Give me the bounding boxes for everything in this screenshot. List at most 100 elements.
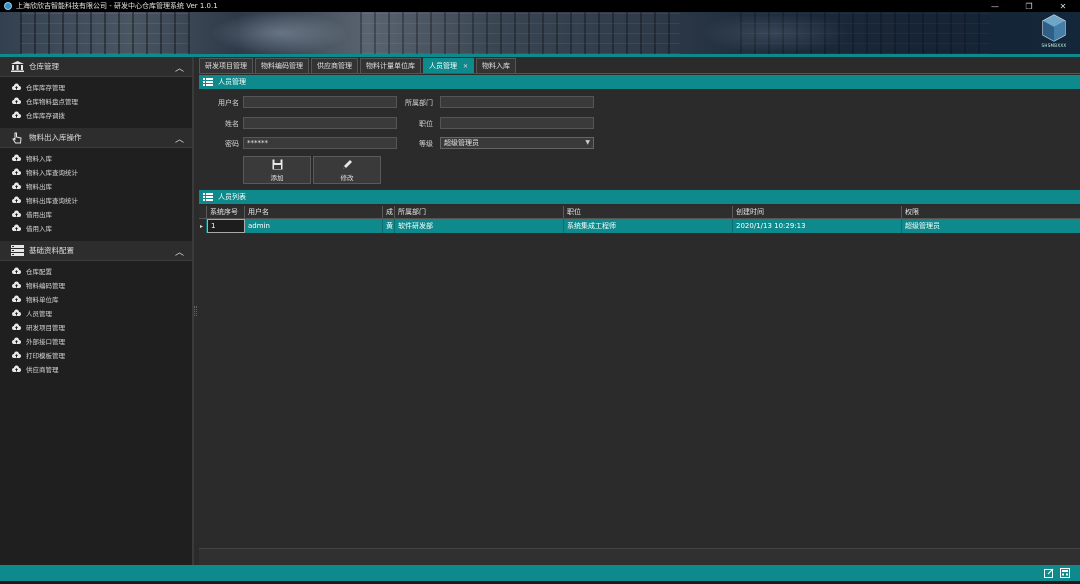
tab-label: 研发项目管理 <box>205 62 247 70</box>
add-button-label: 添加 <box>270 173 284 182</box>
sidebar-splitter-handle[interactable] <box>194 306 197 316</box>
sidebar-group-warehouse[interactable]: 仓库管理 ︿ <box>0 57 192 77</box>
username-input[interactable] <box>243 96 397 108</box>
sidebar-item-borrow-out[interactable]: 借用出库 <box>0 207 192 221</box>
sidebar-group-material-io[interactable]: 物料出入库操作 ︿ <box>0 128 192 148</box>
sidebar-item-label: 借用出库 <box>26 211 52 219</box>
window-controls: — ❐ ✕ <box>978 0 1080 12</box>
column-header[interactable]: 创建时间 <box>733 206 902 218</box>
chevron-up-icon[interactable]: ︿ <box>175 245 184 258</box>
sidebar-item-label: 物料出库查询统计 <box>26 197 78 205</box>
cloud-upload-icon <box>12 210 21 219</box>
column-header[interactable]: 用户名 <box>245 206 383 218</box>
sidebar-item-inventory[interactable]: 仓库库存管理 <box>0 80 192 94</box>
table-cell[interactable]: admin <box>245 219 383 233</box>
position-label: 职位 <box>419 120 433 128</box>
table-cell[interactable]: 2020/1/13 10:29:13 <box>733 219 902 233</box>
tab-supplier[interactable]: 供应商管理 <box>311 58 358 73</box>
cloud-upload-icon <box>12 351 21 360</box>
company-logo: SHSMBXXX <box>1040 14 1068 52</box>
banner-image-light <box>210 12 350 54</box>
sidebar-item-borrow-in[interactable]: 借用入库 <box>0 221 192 235</box>
chevron-up-icon[interactable]: ︿ <box>175 61 184 74</box>
sidebar-item-label: 供应商管理 <box>26 366 59 374</box>
calculator-icon[interactable] <box>1060 568 1070 578</box>
cloud-upload-icon <box>12 196 21 205</box>
cloud-upload-icon <box>12 83 21 92</box>
minimize-button[interactable]: — <box>978 0 1012 12</box>
sidebar-item-label: 研发项目管理 <box>26 324 65 332</box>
table-cell[interactable]: 软件研发部 <box>395 219 564 233</box>
column-header[interactable]: 所属部门 <box>395 206 564 218</box>
column-header[interactable]: 权限 <box>902 206 1080 218</box>
sidebar-item-rd-project[interactable]: 研发项目管理 <box>0 320 192 334</box>
password-input[interactable] <box>243 137 397 149</box>
sidebar-item-print-template[interactable]: 打印模板管理 <box>0 348 192 362</box>
name-label: 姓名 <box>225 120 239 128</box>
tab-rd-project[interactable]: 研发项目管理 <box>199 58 253 73</box>
sidebar-group-items: 物料入库 物料入库查询统计 物料出库 物料出库查询统计 借用出库 借用入库 <box>0 148 192 241</box>
personnel-form: 用户名 所属部门 姓名 职位 密码 等级 超级管理员 ▼ 添加 修改 <box>199 89 1080 187</box>
sidebar-item-label: 仓库物料盘点管理 <box>26 98 78 106</box>
sidebar-item-material-in-query[interactable]: 物料入库查询统计 <box>0 165 192 179</box>
status-bar <box>0 565 1080 581</box>
level-select[interactable]: 超级管理员 ▼ <box>440 137 594 149</box>
edit-button[interactable]: 修改 <box>313 156 381 184</box>
add-button[interactable]: 添加 <box>243 156 311 184</box>
sidebar-group-label: 基础资料配置 <box>29 246 74 255</box>
close-icon[interactable]: ✕ <box>463 63 468 70</box>
column-header[interactable]: 职位 <box>564 206 733 218</box>
tab-personnel[interactable]: 人员管理 ✕ <box>423 58 475 73</box>
warehouse-icon <box>10 61 24 73</box>
grid-footer <box>199 548 1080 565</box>
sidebar-group-label: 仓库管理 <box>29 62 59 71</box>
sidebar-item-label: 物料编码管理 <box>26 282 65 290</box>
sidebar-item-personnel[interactable]: 人员管理 <box>0 306 192 320</box>
sidebar-item-material-code[interactable]: 物料编码管理 <box>0 278 192 292</box>
sidebar-item-material-out[interactable]: 物料出库 <box>0 179 192 193</box>
tab-material-unit[interactable]: 物料计量单位库 <box>360 58 421 73</box>
cloud-upload-icon <box>12 323 21 332</box>
form-panel-header: 人员管理 <box>199 75 1080 89</box>
table-cell[interactable]: 系统集成工程师 <box>564 219 733 233</box>
column-header[interactable]: 系统序号 <box>207 206 245 218</box>
table-cell[interactable]: 1 <box>207 219 245 233</box>
chevron-up-icon[interactable]: ︿ <box>175 132 184 145</box>
dropdown-arrow-icon: ▼ <box>585 139 590 146</box>
save-icon <box>272 159 282 169</box>
sidebar-item-external-api[interactable]: 外部接口管理 <box>0 334 192 348</box>
cloud-upload-icon <box>12 182 21 191</box>
list-icon <box>203 78 213 86</box>
header-banner: SHSMBXXX <box>0 12 1080 54</box>
sidebar-item-label: 仓库库存管理 <box>26 84 65 92</box>
title-bar: 上海欣欣吉智能科技有限公司 - 研发中心仓库管理系统 Ver 1.0.1 — ❐… <box>0 0 1080 12</box>
restore-button[interactable]: ❐ <box>1012 0 1046 12</box>
name-input[interactable] <box>243 117 397 129</box>
form-panel-title: 人员管理 <box>218 78 246 86</box>
edit-note-icon[interactable] <box>1044 568 1054 578</box>
table-cell[interactable]: 黄 <box>383 219 395 233</box>
cube-logo-icon <box>1042 14 1066 42</box>
sidebar-group-basic-config[interactable]: 基础资料配置 ︿ <box>0 241 192 261</box>
password-label: 密码 <box>225 140 239 148</box>
sidebar-item-material-out-query[interactable]: 物料出库查询统计 <box>0 193 192 207</box>
position-input[interactable] <box>440 117 594 129</box>
tab-material-in[interactable]: 物料入库 <box>476 58 517 73</box>
sidebar-item-supplier[interactable]: 供应商管理 <box>0 362 192 376</box>
sidebar-item-warehouse-config[interactable]: 仓库配置 <box>0 264 192 278</box>
sidebar-item-material-unit[interactable]: 物料单位库 <box>0 292 192 306</box>
cloud-upload-icon <box>12 309 21 318</box>
department-input[interactable] <box>440 96 594 108</box>
row-indicator-header <box>199 206 207 218</box>
sidebar-item-material-in[interactable]: 物料入库 <box>0 151 192 165</box>
tab-material-code[interactable]: 物料编码管理 <box>255 58 309 73</box>
table-cell[interactable]: 超级管理员 <box>902 219 1080 233</box>
sidebar-item-transfer[interactable]: 仓库库存调拨 <box>0 108 192 122</box>
status-icons <box>1044 568 1070 578</box>
table-row[interactable]: ▸ 1 admin 黄 软件研发部 系统集成工程师 2020/1/13 10:2… <box>199 219 1080 233</box>
close-window-button[interactable]: ✕ <box>1046 0 1080 12</box>
cloud-upload-icon <box>12 267 21 276</box>
column-header[interactable]: 成 <box>383 206 395 218</box>
sidebar-group-label: 物料出入库操作 <box>29 133 82 142</box>
sidebar-item-stocktake[interactable]: 仓库物料盘点管理 <box>0 94 192 108</box>
